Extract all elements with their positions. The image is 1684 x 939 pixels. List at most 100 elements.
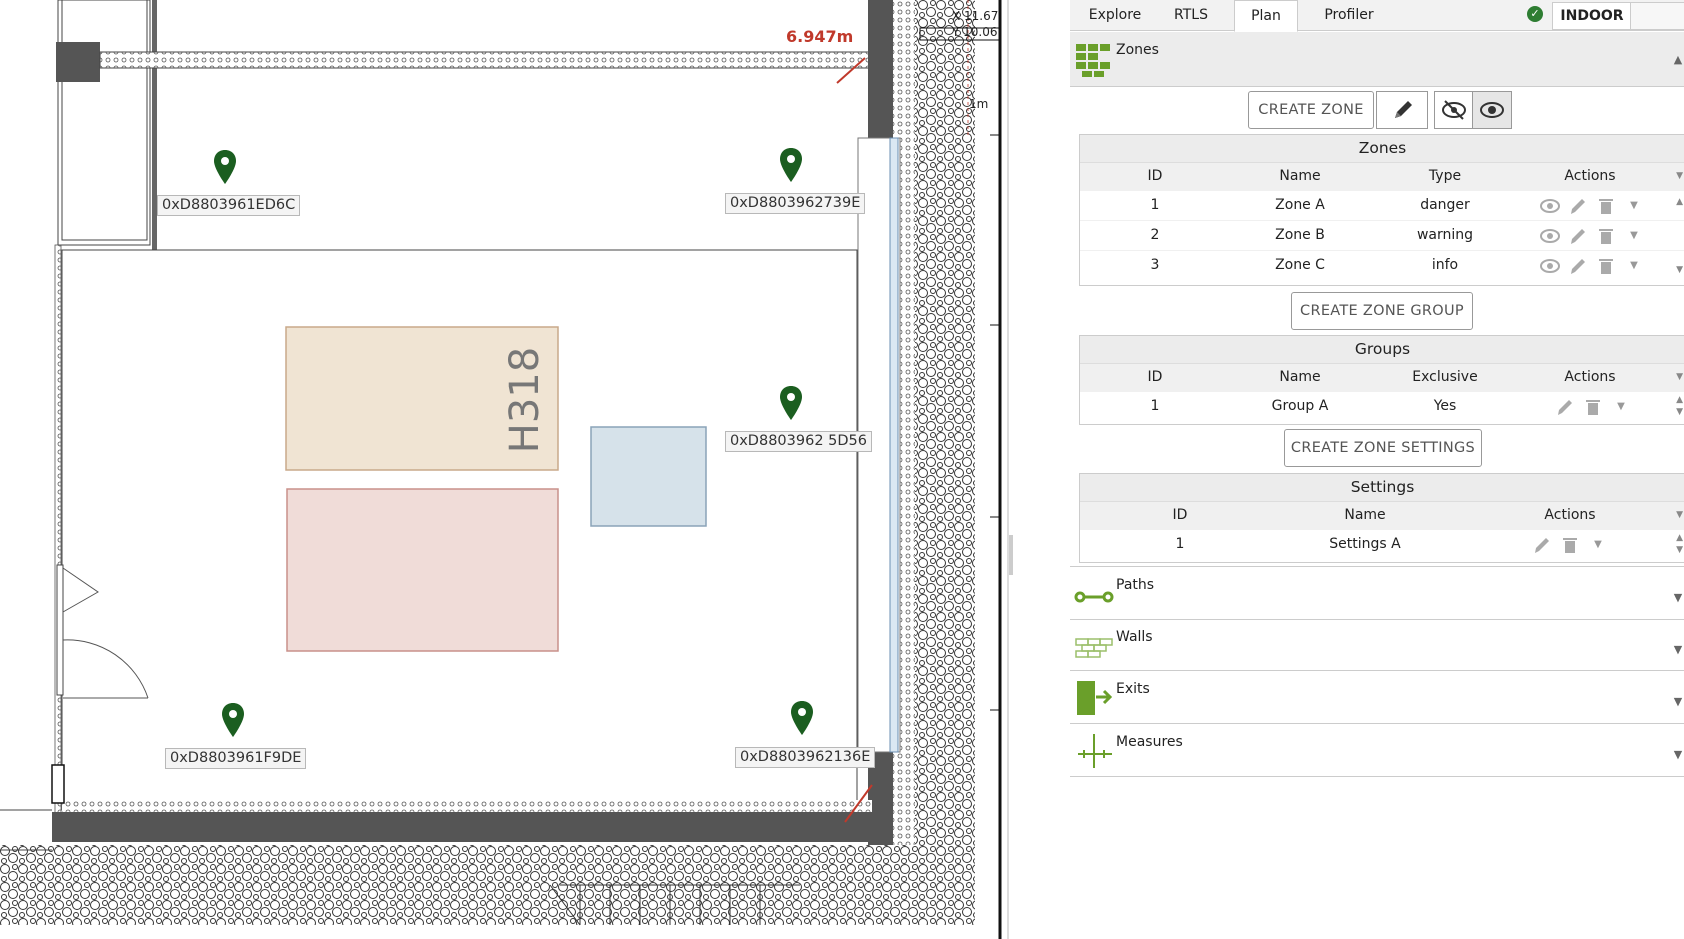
trash-icon[interactable] (1596, 256, 1616, 276)
connected-check-icon: ✓ (1527, 6, 1543, 22)
group-id: 1 (1150, 398, 1160, 414)
trash-icon[interactable] (1583, 397, 1603, 417)
settings-table: Settings ID Name Actions ▼ 1 Settings A … (1079, 473, 1684, 563)
coord-y-readout: Y 10.06 (952, 25, 998, 39)
measure-label: 6.947m (786, 27, 854, 46)
tab-rtls[interactable]: RTLS (1160, 0, 1222, 30)
anchor-pin-icon[interactable] (214, 150, 236, 184)
table-row[interactable]: 1 Group A Yes ▼ ▲ ▼ (1080, 391, 1684, 421)
edit-zone-button[interactable] (1376, 91, 1428, 129)
trash-icon[interactable] (1596, 196, 1616, 216)
floor-plan-drawing (0, 0, 1002, 939)
table-row[interactable]: 1 Settings A ▼ ▲ ▼ (1080, 529, 1684, 559)
groups-table-caption: Groups (1080, 336, 1684, 364)
groups-table-header: ID Name Exclusive Actions ▼ (1080, 364, 1684, 391)
expand-caret-icon[interactable]: ▼ (1672, 695, 1684, 708)
anchor-pin-icon[interactable] (222, 703, 244, 737)
resize-handle[interactable] (1009, 535, 1013, 575)
column-header[interactable]: Type (1400, 163, 1490, 190)
column-menu-caret-icon[interactable]: ▼ (1676, 510, 1683, 520)
tab-explore[interactable]: Explore (1070, 0, 1160, 30)
zone-name: Zone C (1275, 257, 1325, 273)
row-menu-caret-icon[interactable]: ▼ (1611, 397, 1631, 417)
setting-id: 1 (1175, 536, 1185, 552)
scroll-down-icon[interactable]: ▼ (1676, 265, 1683, 275)
panel-divider[interactable] (1007, 0, 1072, 939)
exits-section-title: Exits (1116, 681, 1150, 697)
scroll-arrows-icon[interactable]: ▲ ▼ (1676, 532, 1683, 556)
column-header[interactable]: Actions (1520, 502, 1620, 529)
column-header[interactable]: ID (1130, 163, 1180, 190)
zone-type: warning (1416, 227, 1474, 243)
create-zone-button[interactable]: CREATE ZONE (1248, 91, 1374, 129)
eye-icon[interactable] (1540, 226, 1560, 246)
create-zone-settings-button[interactable]: CREATE ZONE SETTINGS (1284, 429, 1482, 467)
trash-icon[interactable] (1560, 535, 1580, 555)
groups-table: Groups ID Name Exclusive Actions ▼ 1 Gro… (1079, 335, 1684, 425)
anchor-label[interactable]: 0xD8803961ED6C (157, 195, 301, 216)
exits-section[interactable]: Exits ▼ (1070, 671, 1684, 724)
column-menu-caret-icon[interactable]: ▼ (1676, 372, 1683, 382)
zones-table-header: ID Name Type Actions ▼ (1080, 163, 1684, 190)
pencil-icon[interactable] (1532, 535, 1552, 555)
tab-bar: Explore RTLS Plan Profiler ✓ INDOOR (1070, 0, 1684, 32)
anchor-label[interactable]: 0xD8803962136E (735, 747, 876, 768)
pencil-icon[interactable] (1568, 256, 1588, 276)
collapse-caret-icon[interactable]: ▲ (1672, 53, 1684, 66)
anchor-label[interactable]: 0xD8803962 5D56 (725, 431, 872, 452)
expand-caret-icon[interactable]: ▼ (1672, 591, 1684, 604)
pencil-icon[interactable] (1555, 397, 1575, 417)
indoor-mode-toggle[interactable]: INDOOR (1552, 2, 1632, 30)
mode-toggle-off[interactable] (1630, 2, 1684, 30)
eye-icon[interactable] (1540, 256, 1560, 276)
row-menu-caret-icon[interactable]: ▼ (1624, 196, 1644, 216)
expand-caret-icon[interactable]: ▼ (1672, 643, 1684, 656)
column-header[interactable]: ID (1155, 502, 1205, 529)
scroll-up-icon[interactable]: ▲ (1676, 197, 1683, 207)
zone-name: Zone B (1275, 227, 1325, 243)
setting-name: Settings A (1329, 536, 1401, 552)
paths-section[interactable]: Paths ▼ (1070, 566, 1684, 620)
zones-icon (1074, 38, 1114, 78)
eye-icon[interactable] (1540, 196, 1560, 216)
coord-x-readout: X 11.67 (952, 9, 999, 23)
tab-plan[interactable]: Plan (1234, 0, 1298, 32)
column-header[interactable]: Exclusive (1395, 364, 1495, 391)
column-header[interactable]: ID (1130, 364, 1180, 391)
anchor-pin-icon[interactable] (780, 386, 802, 420)
row-menu-caret-icon[interactable]: ▼ (1624, 226, 1644, 246)
column-header[interactable]: Name (1315, 502, 1415, 529)
zone-name: Zone A (1275, 197, 1325, 213)
table-row[interactable]: 3 Zone C info ▼ ▼ (1080, 250, 1684, 280)
measure-crosshair-icon (1074, 730, 1114, 770)
zone-danger-shape (286, 488, 559, 652)
pencil-icon (1395, 101, 1412, 118)
anchor-pin-icon[interactable] (791, 701, 813, 735)
measures-section[interactable]: Measures ▼ (1070, 724, 1684, 777)
expand-caret-icon[interactable]: ▼ (1672, 748, 1684, 761)
eye-slash-icon (1442, 100, 1466, 120)
column-header[interactable]: Name (1250, 163, 1350, 190)
anchor-label[interactable]: 0xD8803961F9DE (165, 748, 307, 769)
tab-profiler[interactable]: Profiler (1306, 0, 1392, 30)
hide-zones-button[interactable] (1434, 91, 1474, 129)
row-menu-caret-icon[interactable]: ▼ (1588, 535, 1608, 555)
column-header[interactable]: Actions (1540, 163, 1640, 190)
anchor-label[interactable]: 0xD8803962739E (725, 193, 866, 214)
trash-icon[interactable] (1596, 226, 1616, 246)
column-menu-caret-icon[interactable]: ▼ (1676, 171, 1683, 181)
anchor-pin-icon[interactable] (780, 148, 802, 182)
walls-section[interactable]: Walls ▼ (1070, 619, 1684, 671)
show-zones-button[interactable] (1472, 91, 1512, 129)
column-header[interactable]: Actions (1540, 364, 1640, 391)
create-zone-group-button[interactable]: CREATE ZONE GROUP (1291, 292, 1473, 330)
row-menu-caret-icon[interactable]: ▼ (1624, 256, 1644, 276)
pencil-icon[interactable] (1568, 196, 1588, 216)
scroll-arrows-icon[interactable]: ▲ ▼ (1676, 394, 1683, 418)
pencil-icon[interactable] (1568, 226, 1588, 246)
zones-section: Zones ▲ (1070, 32, 1684, 87)
column-header[interactable]: Name (1250, 364, 1350, 391)
table-row[interactable]: 1 Zone A danger ▼ ▲ (1080, 190, 1684, 220)
table-row[interactable]: 2 Zone B warning ▼ (1080, 220, 1684, 250)
floor-plan-map[interactable]: H318 6.947m X 11.67 Y 10.06 1m 0xD880396… (0, 0, 1007, 939)
